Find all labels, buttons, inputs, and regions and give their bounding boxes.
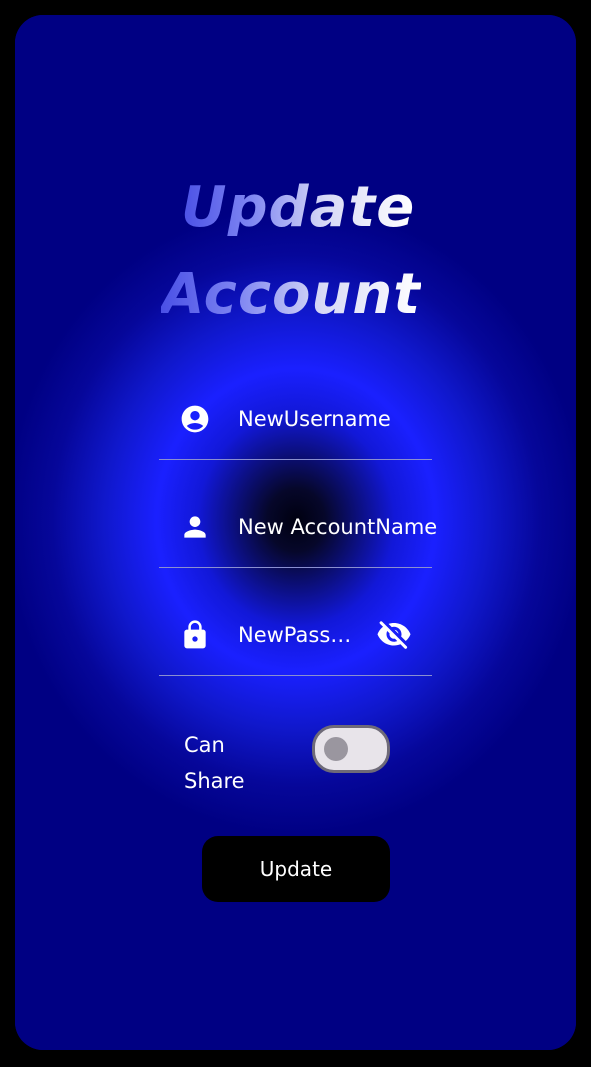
page-title-line-1: Update	[181, 175, 416, 240]
account-circle-icon	[181, 405, 209, 433]
can-share-toggle[interactable]	[312, 725, 390, 773]
can-share-label: Can Share	[184, 733, 245, 793]
username-field[interactable]	[159, 379, 438, 460]
account-name-input[interactable]	[238, 513, 438, 541]
password-input[interactable]	[238, 621, 360, 649]
lock-icon	[184, 620, 206, 649]
account-name-field[interactable]	[159, 487, 438, 568]
update-button[interactable]: Update	[202, 836, 390, 902]
update-account-card: Update Account Can Share Update	[15, 15, 576, 1050]
visibility-off-icon[interactable]	[376, 617, 412, 653]
username-input[interactable]	[238, 405, 438, 433]
page-title-line-2: Account	[161, 262, 421, 327]
person-icon	[184, 516, 206, 538]
toggle-knob	[324, 737, 348, 761]
password-field[interactable]	[159, 595, 432, 676]
